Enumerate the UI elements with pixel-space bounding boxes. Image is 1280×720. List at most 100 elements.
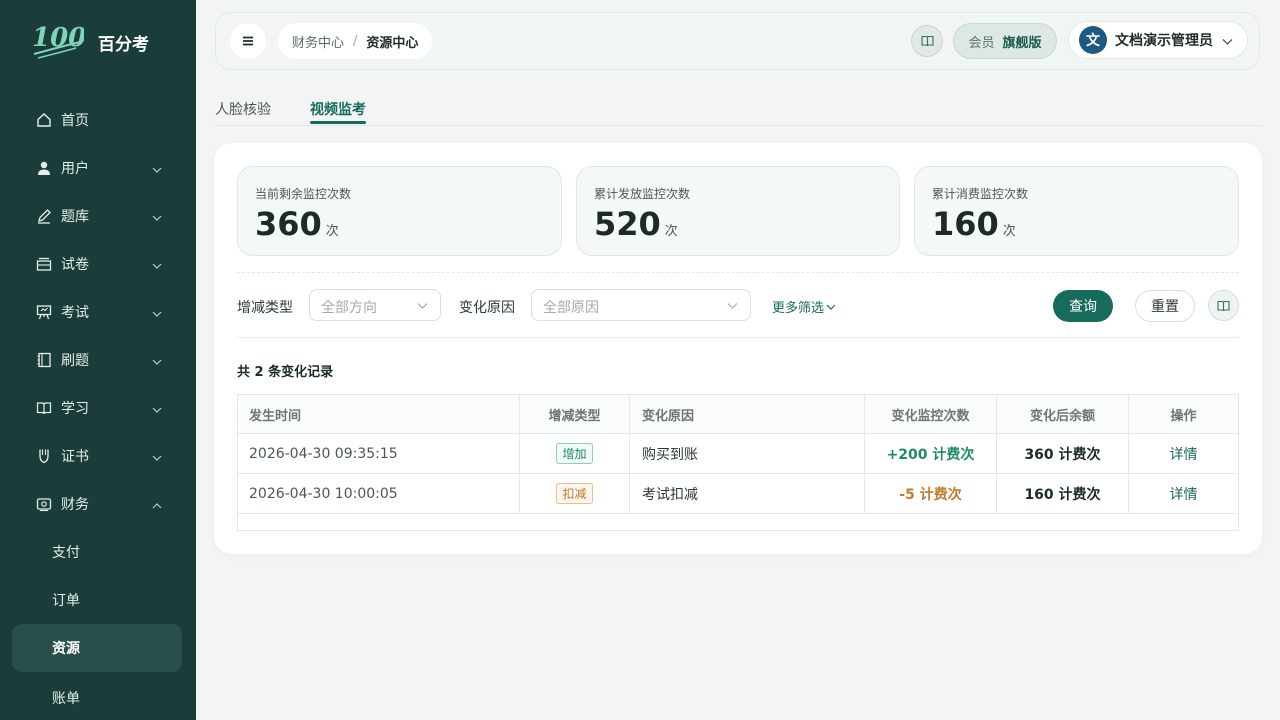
cell-reason: 考试扣减 — [630, 474, 865, 513]
breadcrumb: 财务中心 / 资源中心 — [278, 23, 433, 59]
pen-icon — [36, 208, 52, 224]
breadcrumb-resource-center: 资源中心 — [366, 35, 419, 51]
help-docs-button[interactable] — [1208, 290, 1239, 321]
sidebar-item-question-bank[interactable]: 题库 — [0, 192, 196, 240]
reason-select-placeholder: 全部原因 — [543, 300, 599, 316]
paper-tray-icon — [36, 256, 52, 272]
details-link[interactable]: 详情 — [1170, 444, 1198, 464]
sidebar-item-label: 考试 — [61, 305, 89, 321]
records-table: 发生时间 增减类型 变化原因 变化监控次数 变化后余额 操作 2026-04-3… — [237, 394, 1239, 531]
book-icon — [920, 35, 934, 47]
more-filters-label: 更多筛选 — [772, 301, 825, 316]
sidebar-item-exams[interactable]: 考试 — [0, 288, 196, 336]
sidebar-nav: 首页 用户 题库 试卷 考试 刷题 学习 证书 财务 支付 订单 资源 账单 — [0, 96, 196, 720]
chevron-down-icon — [152, 403, 162, 413]
member-plan-badge[interactable]: 会员 旗舰版 — [953, 23, 1057, 59]
easel-icon — [36, 304, 52, 320]
reason-select[interactable]: 全部原因 — [531, 289, 751, 321]
chevron-down-icon — [826, 304, 836, 310]
docs-button[interactable] — [911, 25, 943, 57]
chevron-down-icon — [417, 303, 428, 309]
cell-time: 2026-04-30 10:00:05 — [238, 474, 520, 513]
sidebar-item-label: 证书 — [61, 449, 89, 465]
main-card: 当前剩余监控次数 360 次 累计发放监控次数 520 次 累计消费监控次数 160… — [214, 143, 1262, 554]
query-button[interactable]: 查询 — [1053, 290, 1113, 322]
sidebar-subitem-orders[interactable]: 订单 — [0, 576, 196, 624]
sidebar-subitem-resources[interactable]: 资源 — [12, 624, 182, 672]
stat-card-consumed: 累计消费监控次数 160 次 — [914, 166, 1239, 256]
hamburger-icon — [243, 36, 253, 46]
chevron-down-icon — [152, 307, 162, 317]
sidebar-subitem-bills[interactable]: 账单 — [0, 674, 196, 720]
type-select[interactable]: 全部方向 — [309, 289, 441, 321]
sidebar-item-papers[interactable]: 试卷 — [0, 240, 196, 288]
table-row: 2026-04-30 10:00:05 扣减 考试扣减 -5 计费次 160 计… — [238, 474, 1238, 514]
sidebar-item-finance[interactable]: 财务 — [0, 480, 196, 528]
stat-label: 累计发放监控次数 — [594, 187, 691, 201]
column-header-reason: 变化原因 — [630, 395, 865, 433]
tab-video-proctoring[interactable]: 视频监考 — [310, 99, 366, 119]
book-icon — [1217, 300, 1230, 311]
sidebar: 100 百分考 首页 用户 题库 试卷 考试 刷题 学习 证书 财务 支付 订单… — [0, 0, 196, 720]
chevron-down-icon — [152, 355, 162, 365]
sidebar-item-user[interactable]: 用户 — [0, 144, 196, 192]
cell-balance: 360 计费次 — [997, 434, 1129, 473]
sidebar-subitem-payment[interactable]: 支付 — [0, 528, 196, 576]
details-link[interactable]: 详情 — [1170, 484, 1198, 504]
stat-unit: 次 — [1002, 224, 1016, 239]
cell-reason: 购买到账 — [630, 434, 865, 473]
divider — [237, 337, 1239, 338]
chevron-down-icon — [152, 163, 162, 173]
balance-value: 160 计费次 — [1024, 486, 1101, 503]
menu-toggle-button[interactable] — [230, 23, 266, 59]
sidebar-item-learning[interactable]: 学习 — [0, 384, 196, 432]
sidebar-item-label: 试卷 — [61, 257, 89, 273]
divider — [237, 272, 1239, 273]
sidebar-item-label: 财务 — [61, 497, 89, 513]
filter-type-label: 增减类型 — [237, 300, 293, 316]
chevron-down-icon — [1222, 39, 1233, 45]
cell-type: 增加 — [520, 434, 630, 473]
reset-button[interactable]: 重置 — [1135, 290, 1195, 322]
cell-change: +200 计费次 — [865, 434, 997, 473]
cell-type: 扣减 — [520, 474, 630, 513]
stat-card-remaining: 当前剩余监控次数 360 次 — [237, 166, 562, 256]
logo[interactable]: 100 百分考 — [30, 22, 149, 62]
decrease-tag: 扣减 — [556, 483, 593, 504]
cell-change: -5 计费次 — [865, 474, 997, 513]
logo-mark: 100 — [30, 22, 86, 62]
increase-tag: 增加 — [556, 443, 593, 464]
change-value: +200 计费次 — [886, 446, 975, 463]
sidebar-item-label: 刷题 — [61, 353, 89, 369]
sidebar-item-label: 学习 — [61, 401, 89, 417]
column-header-change: 变化监控次数 — [865, 395, 997, 433]
breadcrumb-finance-center[interactable]: 财务中心 — [292, 32, 344, 51]
chevron-up-icon — [152, 499, 162, 509]
home-icon — [36, 112, 52, 128]
filter-reason-label: 变化原因 — [459, 300, 515, 316]
stat-label: 当前剩余监控次数 — [255, 187, 352, 201]
sidebar-item-home[interactable]: 首页 — [0, 96, 196, 144]
breadcrumb-separator: / — [353, 33, 358, 49]
stat-value: 520 次 — [594, 205, 678, 243]
cell-balance: 160 计费次 — [997, 474, 1129, 513]
open-book-icon — [36, 400, 52, 416]
chevron-down-icon — [152, 211, 162, 221]
balance-value: 360 计费次 — [1024, 446, 1101, 463]
avatar: 文 — [1079, 26, 1107, 54]
sidebar-item-certificates[interactable]: 证书 — [0, 432, 196, 480]
notebook-icon — [36, 352, 52, 368]
sidebar-item-label: 用户 — [61, 161, 89, 177]
more-filters-link[interactable]: 更多筛选 — [772, 297, 836, 316]
member-label: 会员 — [968, 35, 995, 51]
cell-actions: 详情 — [1129, 434, 1238, 473]
user-menu[interactable]: 文 文档演示管理员 — [1068, 21, 1248, 59]
tab-face-verification[interactable]: 人脸核验 — [215, 99, 271, 119]
top-bar: 财务中心 / 资源中心 会员 旗舰版 文 文档演示管理员 — [215, 12, 1260, 70]
user-icon — [36, 160, 52, 176]
table-row: 2026-04-30 09:35:15 增加 购买到账 +200 计费次 360… — [238, 434, 1238, 474]
wallet-icon — [36, 496, 52, 512]
stat-unit: 次 — [325, 224, 339, 239]
sidebar-item-practice[interactable]: 刷题 — [0, 336, 196, 384]
type-select-placeholder: 全部方向 — [321, 300, 377, 316]
